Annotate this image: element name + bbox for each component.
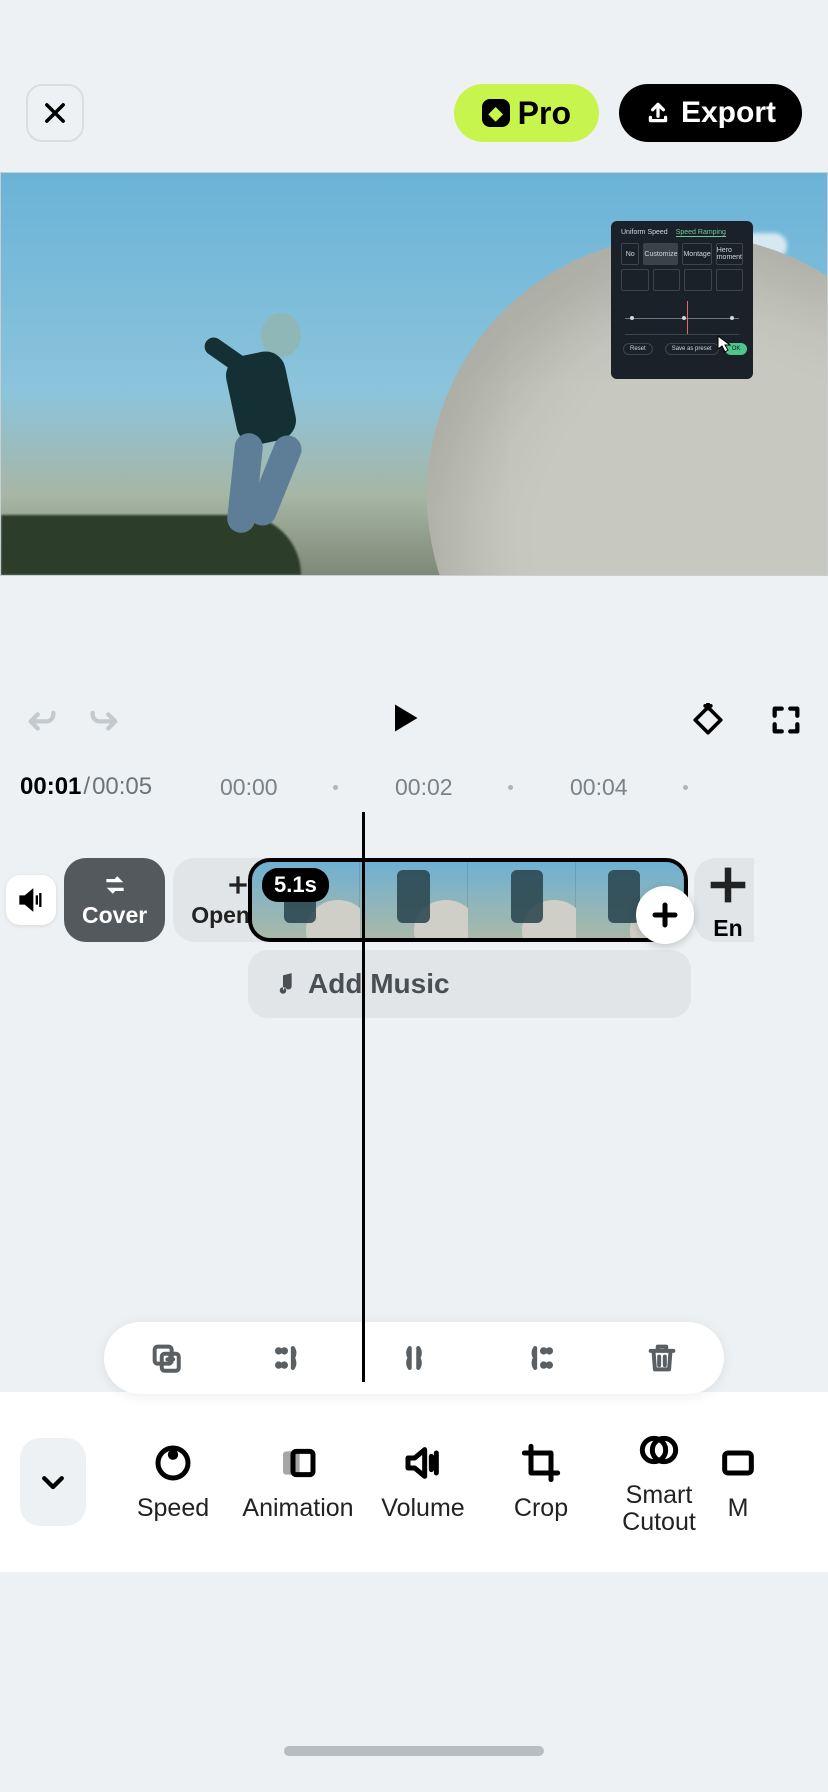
current-time: 00:01 [20, 773, 81, 801]
add-media-button[interactable] [636, 886, 694, 944]
volume-icon [403, 1443, 443, 1483]
undo-icon [25, 703, 59, 737]
split-button[interactable] [387, 1331, 441, 1385]
close-button[interactable] [26, 84, 84, 142]
trim-start-button[interactable] [263, 1331, 317, 1385]
tool-smart-cutout[interactable]: Smart Cutout [600, 1428, 718, 1537]
pip-tab-uniform: Uniform Speed [621, 229, 668, 237]
undo-button[interactable] [22, 700, 62, 740]
split-icon [397, 1341, 431, 1375]
pro-button[interactable]: ◆ Pro [454, 84, 599, 142]
tool-speed[interactable]: Speed [114, 1441, 232, 1523]
plus-icon [650, 900, 680, 930]
trim-end-button[interactable] [511, 1331, 565, 1385]
speed-icon [153, 1443, 193, 1483]
tool-crop[interactable]: Crop [482, 1441, 600, 1523]
fullscreen-button[interactable] [766, 700, 806, 740]
chevron-down-icon [38, 1467, 68, 1497]
delete-button[interactable] [635, 1331, 689, 1385]
timeline[interactable]: Cover Opening 5.1s En Add Music [0, 812, 828, 1382]
ending-button[interactable]: En [694, 858, 754, 942]
tool-volume[interactable]: Volume [364, 1441, 482, 1523]
plus-icon [225, 872, 251, 898]
play-icon [386, 700, 422, 736]
trash-icon [645, 1341, 679, 1375]
cover-button[interactable]: Cover [64, 858, 165, 942]
pro-label: Pro [518, 95, 571, 132]
export-button[interactable]: Export [619, 84, 802, 142]
duplicate-button[interactable] [139, 1331, 193, 1385]
crop-icon [521, 1443, 561, 1483]
close-icon [41, 99, 69, 127]
collapse-button[interactable] [20, 1438, 86, 1526]
mute-button[interactable] [6, 875, 56, 925]
clip-action-bar [104, 1322, 724, 1394]
tool-animation[interactable]: Animation [232, 1441, 364, 1523]
keyframe-button[interactable] [688, 700, 728, 740]
video-preview[interactable]: Uniform Speed Speed Ramping No Customize… [0, 172, 828, 576]
total-time: 00:05 [92, 773, 152, 801]
add-music-button[interactable]: Add Music [248, 950, 691, 1018]
tool-more[interactable]: M [718, 1441, 758, 1523]
transport-controls [0, 692, 828, 748]
duplicate-icon [149, 1341, 183, 1375]
upload-icon [645, 100, 671, 126]
time-ruler[interactable]: 00:01/00:05 00:00 00:02 00:04 [0, 770, 828, 804]
playhead[interactable] [362, 812, 365, 1382]
more-icon [718, 1443, 758, 1483]
animation-icon [278, 1443, 318, 1483]
smart-cutout-icon [639, 1430, 679, 1470]
redo-icon [87, 703, 121, 737]
fullscreen-icon [769, 703, 803, 737]
top-bar: ◆ Pro Export [0, 84, 828, 142]
cursor-icon [717, 335, 731, 353]
trim-end-icon [521, 1341, 555, 1375]
plus-icon [702, 859, 754, 911]
bottom-toolbar: Speed Animation Volume Crop Smart Cutout… [0, 1392, 828, 1572]
volume-icon [17, 886, 45, 914]
keyframe-icon [691, 703, 725, 737]
picture-in-picture-panel: Uniform Speed Speed Ramping No Customize… [611, 221, 753, 379]
export-label: Export [681, 96, 776, 130]
video-clip[interactable]: 5.1s [248, 858, 688, 942]
swap-icon [102, 872, 128, 898]
pip-tab-ramp: Speed Ramping [676, 229, 726, 237]
home-indicator [284, 1746, 544, 1756]
trim-start-icon [273, 1341, 307, 1375]
pro-icon: ◆ [482, 99, 510, 127]
preview-subject [171, 253, 371, 533]
play-button[interactable] [386, 700, 426, 740]
redo-button[interactable] [84, 700, 124, 740]
music-note-icon [270, 971, 296, 997]
clip-duration-badge: 5.1s [262, 868, 329, 902]
